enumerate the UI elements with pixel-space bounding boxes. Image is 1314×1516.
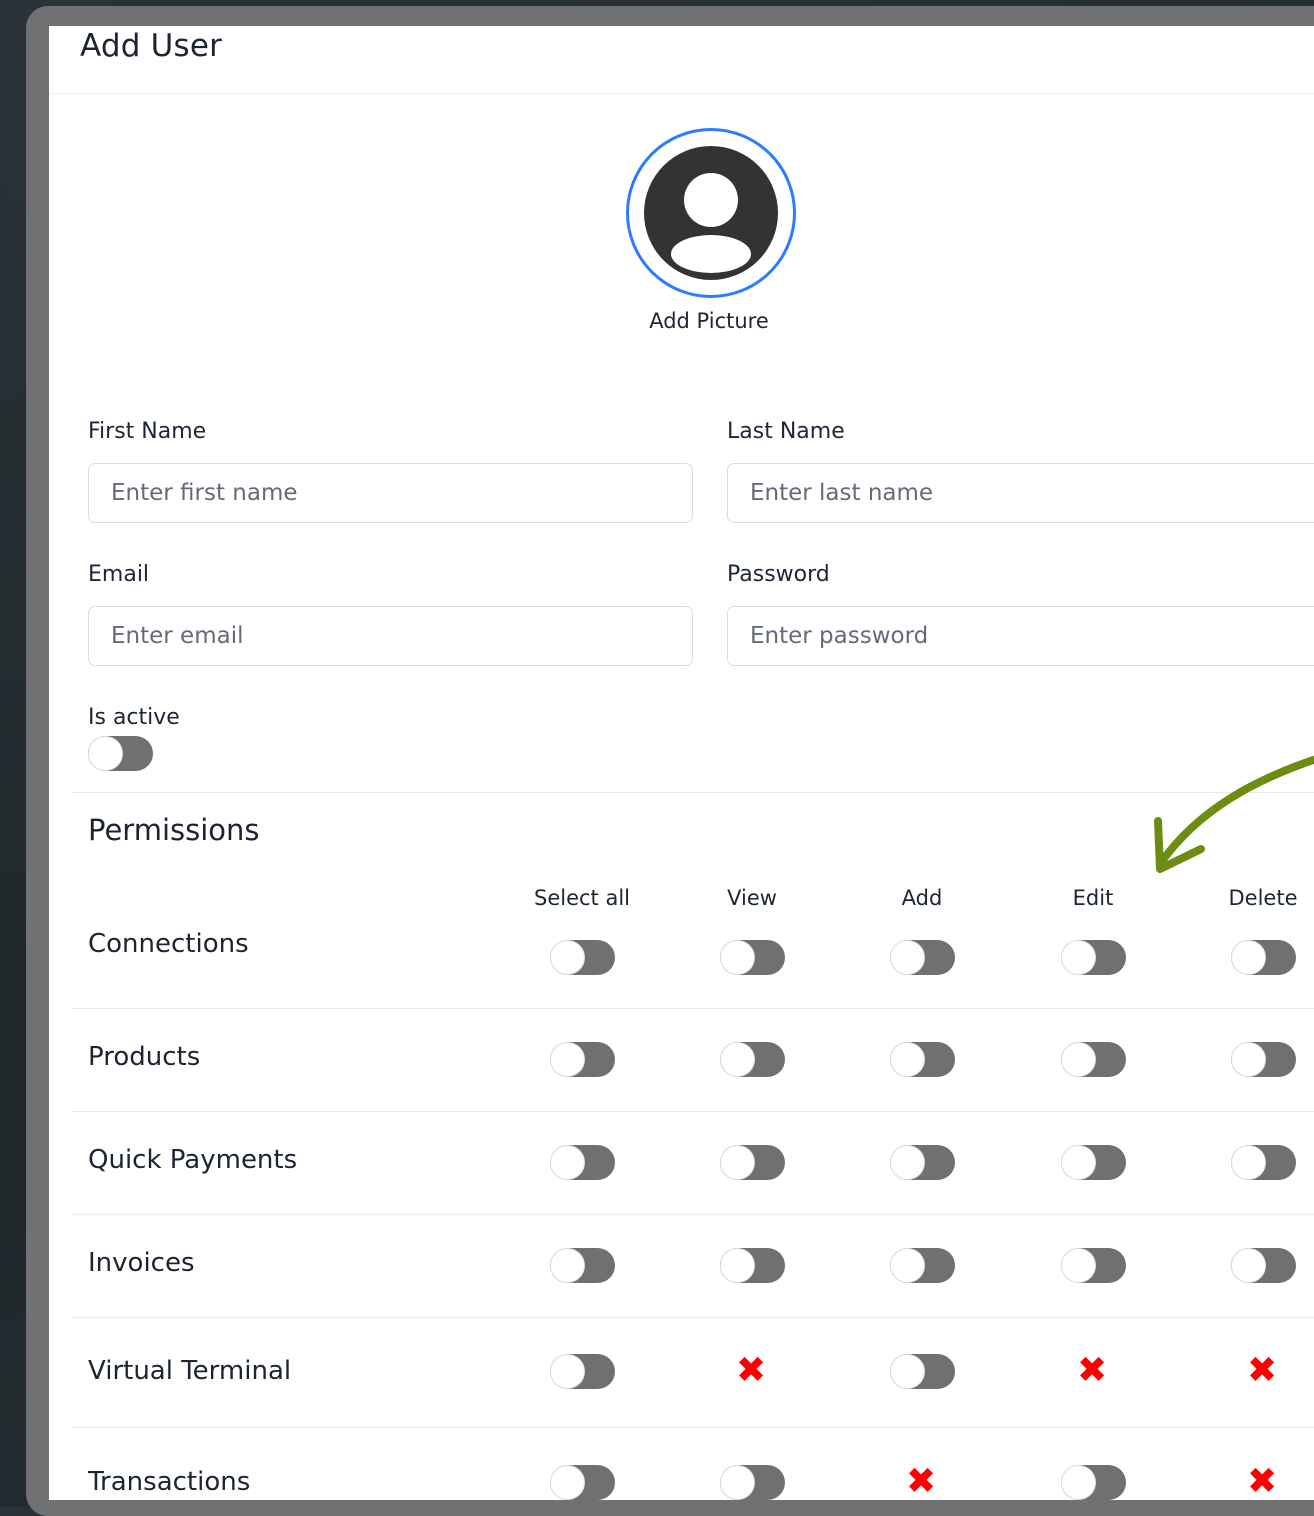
virtual-terminal-delete-unavailable-icon: ✖ <box>1247 1350 1278 1391</box>
last-name-label: Last Name <box>727 419 845 444</box>
permission-row-label-products: Products <box>88 1042 201 1072</box>
permission-row-label-virtual-terminal: Virtual Terminal <box>88 1356 292 1386</box>
is-active-label: Is active <box>88 705 180 730</box>
invoices-view-toggle[interactable] <box>720 1248 785 1283</box>
quick-payments-edit-toggle[interactable] <box>1061 1145 1126 1180</box>
connections-add-toggle[interactable] <box>890 940 955 975</box>
invoices-edit-toggle[interactable] <box>1061 1248 1126 1283</box>
transactions-add-unavailable-icon: ✖ <box>906 1461 937 1500</box>
email-input[interactable] <box>88 606 693 666</box>
permissions-title: Permissions <box>88 813 260 847</box>
column-header-select-all: Select all <box>534 886 630 910</box>
is-active-toggle[interactable] <box>88 736 153 771</box>
row-divider <box>71 1427 1314 1428</box>
dialog-header: Add User <box>49 26 1314 94</box>
first-name-label: First Name <box>88 419 207 444</box>
column-header-delete: Delete <box>1228 886 1298 910</box>
products-select-all-toggle[interactable] <box>550 1042 615 1077</box>
products-view-toggle[interactable] <box>720 1042 785 1077</box>
permission-row-label-connections: Connections <box>88 929 249 959</box>
first-name-input[interactable] <box>88 463 693 523</box>
user-avatar-icon <box>644 146 778 280</box>
quick-payments-select-all-toggle[interactable] <box>550 1145 615 1180</box>
virtual-terminal-edit-unavailable-icon: ✖ <box>1077 1350 1108 1391</box>
virtual-terminal-add-toggle[interactable] <box>890 1354 955 1389</box>
password-label: Password <box>727 562 830 587</box>
quick-payments-delete-toggle[interactable] <box>1231 1145 1296 1180</box>
transactions-delete-unavailable-icon: ✖ <box>1247 1461 1278 1500</box>
column-header-add: Add <box>901 886 943 910</box>
transactions-edit-toggle[interactable] <box>1061 1465 1126 1500</box>
row-divider <box>71 1008 1314 1009</box>
last-name-input[interactable] <box>727 463 1314 523</box>
dialog-title: Add User <box>80 28 223 64</box>
products-delete-toggle[interactable] <box>1231 1042 1296 1077</box>
invoices-add-toggle[interactable] <box>890 1248 955 1283</box>
row-divider <box>71 1317 1314 1318</box>
invoices-delete-toggle[interactable] <box>1231 1248 1296 1283</box>
permission-row-label-invoices: Invoices <box>88 1248 195 1278</box>
row-divider <box>71 1214 1314 1215</box>
add-picture-label[interactable]: Add Picture <box>609 309 809 333</box>
quick-payments-add-toggle[interactable] <box>890 1145 955 1180</box>
products-edit-toggle[interactable] <box>1061 1042 1126 1077</box>
invoices-select-all-toggle[interactable] <box>550 1248 615 1283</box>
section-divider <box>71 792 1314 793</box>
connections-edit-toggle[interactable] <box>1061 940 1126 975</box>
email-label: Email <box>88 562 150 587</box>
row-divider <box>71 1111 1314 1112</box>
add-user-dialog: Add User Add Picture First Name Last Nam… <box>49 26 1314 1500</box>
permission-row-label-quick-payments: Quick Payments <box>88 1145 298 1175</box>
quick-payments-view-toggle[interactable] <box>720 1145 785 1180</box>
connections-delete-toggle[interactable] <box>1231 940 1296 975</box>
virtual-terminal-select-all-toggle[interactable] <box>550 1354 615 1389</box>
transactions-select-all-toggle[interactable] <box>550 1465 615 1500</box>
avatar-upload[interactable] <box>626 128 796 298</box>
connections-view-toggle[interactable] <box>720 940 785 975</box>
permission-row-label-transactions: Transactions <box>88 1467 251 1497</box>
products-add-toggle[interactable] <box>890 1042 955 1077</box>
transactions-view-toggle[interactable] <box>720 1465 785 1500</box>
column-header-view: View <box>727 886 777 910</box>
connections-select-all-toggle[interactable] <box>550 940 615 975</box>
column-header-edit: Edit <box>1072 886 1114 910</box>
virtual-terminal-view-unavailable-icon: ✖ <box>736 1350 767 1391</box>
password-input[interactable] <box>727 606 1314 666</box>
